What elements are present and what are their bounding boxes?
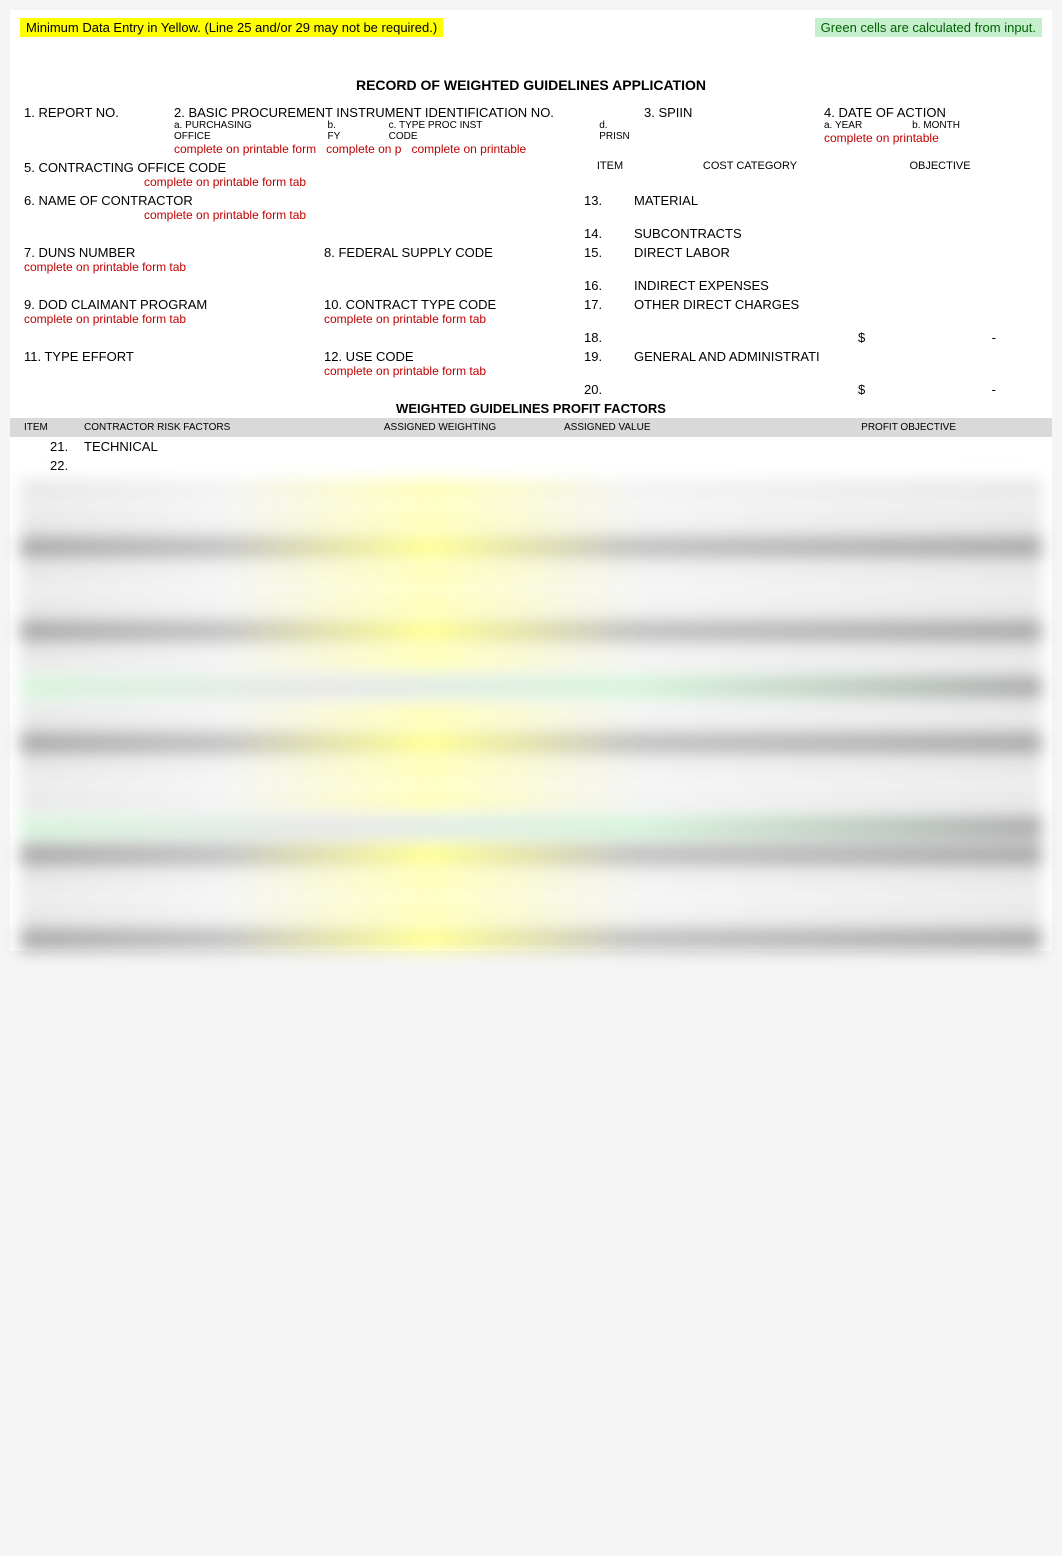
row-6-13: 6. NAME OF CONTRACTOR complete on printa… bbox=[10, 191, 1052, 224]
sub-year: a. YEAR bbox=[824, 120, 862, 131]
field-basic-procurement: 2. BASIC PROCUREMENT INSTRUMENT IDENTIFI… bbox=[174, 105, 636, 120]
blurred-content bbox=[10, 479, 1052, 951]
row-21: 21. TECHNICAL bbox=[10, 437, 1052, 456]
row-9-17: 9. DOD CLAIMANT PROGRAM complete on prin… bbox=[10, 295, 1052, 328]
sub-month: b. MONTH bbox=[912, 120, 960, 131]
row-22: 22. bbox=[10, 456, 1052, 475]
field-type-effort: 11. TYPE EFFORT bbox=[24, 349, 316, 364]
note-6: complete on printable form tab bbox=[144, 208, 576, 222]
cost-13-val[interactable] bbox=[850, 191, 1000, 195]
cost-17-val[interactable] bbox=[850, 295, 1000, 299]
ph-weight: ASSIGNED WEIGHTING bbox=[320, 420, 560, 435]
cost-18-num: 18. bbox=[580, 328, 630, 347]
note-12: complete on printable form tab bbox=[324, 364, 576, 378]
sub-fy: b. FY bbox=[328, 120, 349, 142]
legend-row: Minimum Data Entry in Yellow. (Line 25 a… bbox=[10, 10, 1052, 45]
profit-header-row: ITEM CONTRACTOR RISK FACTORS ASSIGNED WE… bbox=[10, 418, 1052, 437]
cost-15-val[interactable] bbox=[850, 243, 1000, 247]
cost-15-num: 15. bbox=[580, 243, 630, 262]
field-duns: 7. DUNS NUMBER bbox=[24, 245, 316, 260]
cost-17-num: 17. bbox=[580, 295, 630, 314]
row-18: 18. $ - bbox=[10, 328, 1052, 347]
field-dod-claimant: 9. DOD CLAIMANT PROGRAM bbox=[24, 297, 316, 312]
cost-14-label: SUBCONTRACTS bbox=[630, 224, 850, 243]
cost-13-num: 13. bbox=[580, 191, 630, 210]
field-contracting-office: 5. CONTRACTING OFFICE CODE bbox=[24, 160, 576, 175]
cost-14-val[interactable] bbox=[850, 224, 1000, 228]
r21-num: 21. bbox=[20, 437, 80, 456]
cost-17-label: OTHER DIRECT CHARGES bbox=[630, 295, 850, 314]
row-11-19: 11. TYPE EFFORT 12. USE CODE complete on… bbox=[10, 347, 1052, 380]
cost-19-val[interactable] bbox=[850, 347, 1000, 351]
field-date-action: 4. DATE OF ACTION bbox=[824, 105, 1016, 120]
field-contractor-name: 6. NAME OF CONTRACTOR bbox=[24, 193, 576, 208]
field-use-code: 12. USE CODE bbox=[324, 349, 576, 364]
ph-value: ASSIGNED VALUE bbox=[560, 420, 760, 435]
header-row-1: 1. REPORT NO. 2. BASIC PROCUREMENT INSTR… bbox=[10, 103, 1052, 158]
note-10: complete on printable form tab bbox=[324, 312, 576, 326]
field-contract-type: 10. CONTRACT TYPE CODE bbox=[324, 297, 576, 312]
cost-hdr-category: COST CATEGORY bbox=[640, 158, 860, 174]
row-7-15: 7. DUNS NUMBER complete on printable for… bbox=[10, 243, 1052, 276]
note-printable-4: complete on printable bbox=[824, 131, 1016, 145]
row-16: 16. INDIRECT EXPENSES bbox=[10, 276, 1052, 295]
cost-16-num: 16. bbox=[580, 276, 630, 295]
ph-risk: CONTRACTOR RISK FACTORS bbox=[80, 420, 320, 435]
sub-purchasing-office: a. PURCHASING OFFICE bbox=[174, 120, 278, 142]
field-federal-supply: 8. FEDERAL SUPPLY CODE bbox=[324, 245, 576, 260]
form-title: RECORD OF WEIGHTED GUIDELINES APPLICATIO… bbox=[10, 63, 1052, 103]
cost-18-label bbox=[630, 328, 850, 332]
cost-16-val[interactable] bbox=[850, 276, 1000, 280]
note-7: complete on printable form tab bbox=[24, 260, 316, 274]
sub-type-proc: c. TYPE PROC INST CODE bbox=[389, 120, 500, 142]
cost-hdr-objective: OBJECTIVE bbox=[860, 158, 1020, 174]
note-printable-2: complete on p bbox=[326, 142, 401, 156]
cost-14-num: 14. bbox=[580, 224, 630, 243]
sub-prisn: d. PRISN bbox=[599, 120, 636, 142]
profit-section-title: WEIGHTED GUIDELINES PROFIT FACTORS bbox=[10, 399, 1052, 418]
form-sheet: Minimum Data Entry in Yellow. (Line 25 a… bbox=[10, 10, 1052, 951]
field-spiin: 3. SPIIN bbox=[644, 105, 816, 120]
cost-20-num: 20. bbox=[580, 380, 630, 399]
row-14: 14. SUBCONTRACTS bbox=[10, 224, 1052, 243]
note-5: complete on printable form tab bbox=[144, 175, 576, 189]
cost-15-label: DIRECT LABOR bbox=[630, 243, 850, 262]
cost-20-label bbox=[630, 380, 850, 384]
ph-item: ITEM bbox=[20, 420, 80, 435]
ph-profit: PROFIT OBJECTIVE bbox=[760, 420, 960, 435]
r21-label: TECHNICAL bbox=[80, 437, 320, 456]
note-printable-1: complete on printable form bbox=[174, 142, 316, 156]
note-9: complete on printable form tab bbox=[24, 312, 316, 326]
cost-hdr-item: ITEM bbox=[580, 158, 640, 174]
cost-13-label: MATERIAL bbox=[630, 191, 850, 210]
field-report-no: 1. REPORT NO. bbox=[20, 103, 170, 122]
row-20: 20. $ - bbox=[10, 380, 1052, 399]
cost-20-val: $ - bbox=[850, 380, 1000, 399]
r22-num: 22. bbox=[20, 456, 80, 475]
legend-green: Green cells are calculated from input. bbox=[815, 18, 1042, 37]
cost-16-label: INDIRECT EXPENSES bbox=[630, 276, 850, 295]
legend-yellow: Minimum Data Entry in Yellow. (Line 25 a… bbox=[20, 18, 443, 37]
row-5: 5. CONTRACTING OFFICE CODE complete on p… bbox=[10, 158, 1052, 191]
cost-19-label: GENERAL AND ADMINISTRATI bbox=[630, 347, 850, 366]
r22-label bbox=[80, 456, 320, 460]
cost-19-num: 19. bbox=[580, 347, 630, 366]
cost-18-val: $ - bbox=[850, 328, 1000, 347]
note-printable-3: complete on printable bbox=[411, 142, 526, 156]
